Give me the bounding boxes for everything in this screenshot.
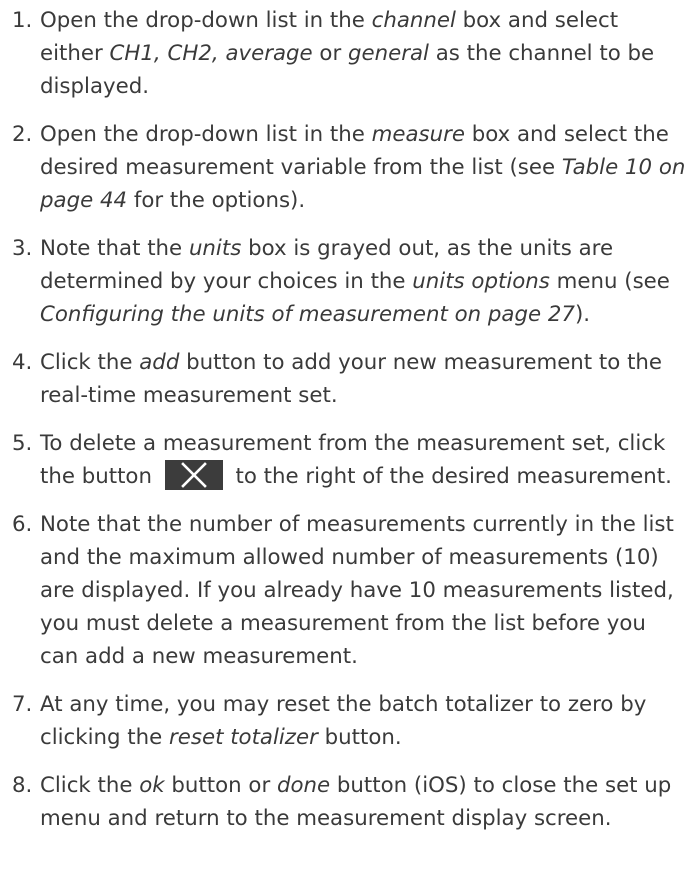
- step-emphasis-text: channel: [371, 8, 456, 33]
- step-text-segment: Open the drop-down list in the: [40, 8, 372, 33]
- step-text-segment: Note that the: [40, 236, 189, 261]
- step-number: 2.: [12, 122, 33, 147]
- step-emphasis-text: done: [276, 773, 331, 798]
- step-text: At any time, you may reset the batch tot…: [40, 688, 686, 754]
- instruction-steps-list: 1. Open the drop-down list in the channel…: [12, 4, 686, 835]
- step-emphasis-text: Configuring the units of measurement on …: [40, 302, 575, 327]
- step-emphasis-text: measure: [371, 122, 465, 147]
- close-x-icon: [164, 460, 223, 490]
- step-number: 1.: [12, 8, 33, 33]
- step-text-segment: menu (see: [549, 269, 670, 294]
- step-text-segment: Click the: [40, 773, 140, 798]
- step-text: Click the ok button or done button (iOS)…: [40, 769, 686, 835]
- step-number: 8.: [12, 773, 33, 798]
- step-number: 7.: [12, 692, 33, 717]
- step-item: 8. Click the ok button or done button (iO…: [12, 769, 686, 835]
- step-emphasis-text: units: [188, 236, 242, 261]
- step-number: 3.: [12, 236, 33, 261]
- step-emphasis-text: general: [347, 41, 429, 66]
- step-item: 1. Open the drop-down list in the channel…: [12, 4, 686, 103]
- step-item: 2. Open the drop-down list in the measure…: [12, 118, 686, 217]
- step-emphasis-text: units options: [412, 269, 550, 294]
- step-text: Open the drop-down list in the measure b…: [40, 118, 686, 217]
- step-item: 7. At any time, you may reset the batch t…: [12, 688, 686, 754]
- step-emphasis-text: reset totalizer: [169, 725, 318, 750]
- step-text: Note that the units box is grayed out, a…: [40, 232, 686, 331]
- step-text-segment: button or: [164, 773, 277, 798]
- step-item: 5. To delete a measurement from the measu…: [12, 427, 686, 493]
- instruction-page: 1. Open the drop-down list in the channel…: [0, 0, 700, 884]
- step-emphasis-text: CH1, CH2, average: [109, 41, 313, 66]
- step-text-segment: Note that the number of measurements cur…: [40, 512, 674, 669]
- step-text-segment: Click the: [40, 350, 140, 375]
- step-number: 5.: [12, 431, 33, 456]
- step-number: 4.: [12, 350, 33, 375]
- step-text-segment: for the options).: [127, 188, 306, 213]
- step-item: 6. Note that the number of measurements c…: [12, 508, 686, 673]
- step-emphasis-text: add: [139, 350, 180, 375]
- step-text-segment: or: [312, 41, 348, 66]
- step-emphasis-text: ok: [139, 773, 165, 798]
- step-text: Note that the number of measurements cur…: [40, 508, 686, 673]
- step-text-segment: to the right of the desired measurement.: [235, 464, 672, 489]
- step-text: Click the add button to add your new mea…: [40, 346, 686, 412]
- step-item: 4. Click the add button to add your new m…: [12, 346, 686, 412]
- step-item: 3. Note that the units box is grayed out,…: [12, 232, 686, 331]
- step-text: Open the drop-down list in the channel b…: [40, 4, 686, 103]
- step-text-segment: Open the drop-down list in the: [40, 122, 372, 147]
- step-number: 6.: [12, 512, 33, 537]
- step-text-segment: ).: [574, 302, 591, 327]
- step-text-segment: button.: [317, 725, 402, 750]
- step-text: To delete a measurement from the measure…: [40, 427, 686, 493]
